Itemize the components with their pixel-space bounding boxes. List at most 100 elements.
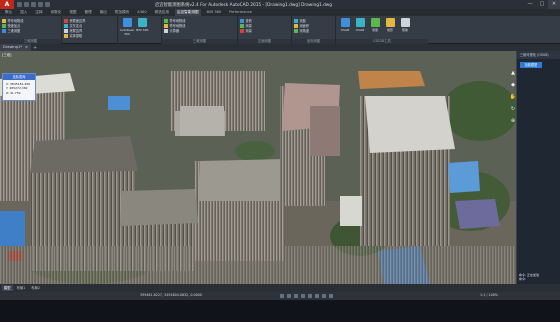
- view-icon: [240, 18, 244, 23]
- ribbon: 符号地物线 快速加点 三维测图 三维测图 房屋面边界 交叉定点 房屋边界 实体提…: [0, 16, 560, 44]
- grid-icon[interactable]: [287, 294, 291, 298]
- load-model-button[interactable]: 加载模型: [520, 62, 542, 68]
- ribbon-button[interactable]: 测量: [240, 28, 289, 33]
- ribbon-tab[interactable]: 启迈智能测图: [174, 9, 201, 16]
- ribbon-tab[interactable]: 附加模块: [113, 9, 131, 16]
- ribbon-button[interactable]: 测角度: [294, 28, 333, 33]
- steering-wheel-icon[interactable]: ◆: [511, 82, 515, 88]
- osgb-icon: [355, 18, 365, 27]
- document-tab-bar: Drawing1* × +: [0, 44, 560, 51]
- lineweight-icon[interactable]: [322, 294, 326, 298]
- point-icon: [2, 23, 6, 28]
- ribbon-tab[interactable]: Performance: [227, 9, 254, 16]
- distance-icon: [294, 18, 298, 23]
- window-title: 启迈智能测图系统v2.4 For Autodesk AutoCAD 2015 -…: [155, 3, 333, 8]
- ribbon-button[interactable]: 实体提取: [64, 33, 115, 38]
- ribbon-tab[interactable]: 注释: [33, 9, 44, 16]
- panel-css3d-tools: OSGB OSGB 测量 地形 帮助 CSS3D工具: [336, 16, 428, 44]
- minimize-button[interactable]: —: [524, 0, 536, 9]
- panel-cloud: AutoDesk 360 BIM 360: [118, 16, 162, 44]
- cursor-coordinates: 399481.6227, 3491604.0632, 0.0000: [140, 293, 202, 297]
- panel-3d-mapping: 符号地物线 快速加点 三维测图 三维测图: [0, 16, 62, 44]
- ribbon-tab[interactable]: A360: [135, 9, 148, 16]
- help-button[interactable]: 帮助: [398, 18, 412, 32]
- osgb-icon: [340, 18, 350, 27]
- coord-z: Z: 41.759: [6, 90, 21, 95]
- angle-icon: [294, 28, 298, 33]
- symbol-icon: [164, 18, 168, 23]
- cube-icon: [2, 28, 6, 33]
- model-space-icon[interactable]: [280, 294, 284, 298]
- boundary-icon: [64, 28, 68, 33]
- open-icon[interactable]: [24, 2, 29, 7]
- window-controls: — □ ✕: [524, 0, 560, 9]
- status-bar: 399481.6227, 3491604.0632, 0.0000 1:1 / …: [0, 292, 560, 300]
- measure-icon: [240, 28, 244, 33]
- bim-360-button[interactable]: BIM 360: [135, 18, 149, 32]
- redo-icon[interactable]: [45, 2, 50, 7]
- dock-title: 三维可视化 (OSGB): [517, 51, 560, 59]
- autocad-logo-icon[interactable]: A: [0, 0, 14, 9]
- tab-layout1[interactable]: 布局1: [15, 285, 28, 291]
- measure-icon: [240, 23, 244, 28]
- oblique-3d-model: [0, 51, 516, 284]
- viewport-label[interactable]: [三维]: [2, 52, 11, 57]
- ortho-icon[interactable]: [301, 294, 305, 298]
- snap-icon[interactable]: [294, 294, 298, 298]
- navigate-up-icon[interactable]: ▲: [511, 70, 515, 76]
- status-toggles: [280, 294, 333, 298]
- close-button[interactable]: ✕: [548, 0, 560, 9]
- drawing-viewport[interactable]: [三维] 坐标查询 X: 3845181.456 Y: 485272.382 Z…: [0, 51, 516, 284]
- panel-house: 房屋面边界 交叉定点 房屋边界 实体提取: [62, 16, 118, 44]
- autodesk-360-button[interactable]: AutoDesk 360: [120, 18, 134, 36]
- ribbon-tab[interactable]: 视图: [67, 9, 78, 16]
- osgb-button[interactable]: OSGB: [353, 18, 367, 32]
- osnap-icon[interactable]: [315, 294, 319, 298]
- tab-layout2[interactable]: 布局2: [29, 285, 42, 291]
- panel-front-mapping: 查看 测量 测量 正面测图: [238, 16, 292, 44]
- new-tab-icon[interactable]: +: [33, 45, 37, 51]
- annotation-icon[interactable]: [329, 294, 333, 298]
- annotation-scale[interactable]: 1:1 / 100%: [480, 293, 498, 297]
- title-bar: A 启迈智能测图系统v2.4 For Autodesk AutoCAD 2015…: [0, 0, 560, 9]
- undo-icon[interactable]: [38, 2, 43, 7]
- document-tab[interactable]: Drawing1* ×: [0, 44, 32, 51]
- ribbon-button[interactable]: 三维测图: [2, 28, 59, 33]
- right-dock-panel: 三维可视化 (OSGB) 加载模型 命令: 正在加载 命令:: [516, 51, 560, 284]
- ribbon-button[interactable]: 计算器: [164, 28, 235, 33]
- osgb-button[interactable]: OSGB: [338, 18, 352, 32]
- measure-button[interactable]: 测量: [368, 18, 382, 32]
- polar-icon[interactable]: [308, 294, 312, 298]
- cross-icon: [64, 23, 68, 28]
- ribbon-tab[interactable]: 参数化: [49, 9, 64, 16]
- ribbon-tab[interactable]: 输出: [98, 9, 109, 16]
- extract-icon: [64, 33, 68, 38]
- zoom-icon[interactable]: ⊕: [511, 118, 515, 124]
- measure-icon: [370, 18, 380, 27]
- tab-model[interactable]: 模型: [2, 285, 13, 291]
- maximize-button[interactable]: □: [536, 0, 548, 9]
- cloud-icon: [122, 18, 132, 27]
- ribbon-tab[interactable]: 精选应用: [153, 9, 171, 16]
- quick-access-toolbar: [17, 2, 50, 7]
- ribbon-tab[interactable]: 插入: [18, 9, 29, 16]
- close-tab-icon[interactable]: ×: [25, 44, 28, 51]
- ribbon-tab-strip: 默认 插入 注释 参数化 视图 管理 输出 附加模块 A360 精选应用 启迈智能测图 BIM 360…: [0, 9, 560, 16]
- save-icon[interactable]: [31, 2, 36, 7]
- ribbon-tab[interactable]: 管理: [83, 9, 94, 16]
- area-icon: [294, 23, 298, 28]
- calculator-icon: [164, 28, 168, 33]
- ribbon-tab[interactable]: BIM 360: [205, 9, 224, 16]
- coordinate-query-box: 坐标查询 X: 3845181.456 Y: 485272.382 Z: 41.…: [2, 73, 36, 101]
- terrain-button[interactable]: 地形: [383, 18, 397, 32]
- orbit-icon[interactable]: ↻: [511, 106, 515, 112]
- command-line[interactable]: 命令: 正在加载 命令:: [519, 273, 557, 281]
- taskbar: [0, 300, 560, 322]
- symbol-icon: [2, 18, 6, 23]
- help-icon: [400, 18, 410, 27]
- symbol-icon: [164, 23, 168, 28]
- ribbon-tab[interactable]: 默认: [3, 9, 14, 16]
- terrain-icon: [385, 18, 395, 27]
- new-icon[interactable]: [17, 2, 22, 7]
- layout-tab-strip: 模型 布局1 布局2: [0, 284, 560, 292]
